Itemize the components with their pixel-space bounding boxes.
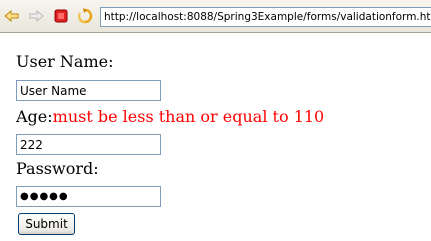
forward-arrow-icon[interactable] bbox=[28, 8, 44, 24]
username-input[interactable]: User Name bbox=[16, 80, 161, 101]
username-label: User Name: bbox=[16, 52, 114, 71]
browser-toolbar: http://localhost:8088/Spring3Example/for… bbox=[0, 0, 431, 33]
age-label-row: Age:must be less than or equal to 110 bbox=[16, 107, 324, 126]
password-label: Password: bbox=[16, 159, 99, 178]
age-label: Age: bbox=[16, 107, 53, 126]
age-error-message: must be less than or equal to 110 bbox=[52, 107, 325, 126]
page-content: User Name: User Name Age:must be less th… bbox=[0, 33, 431, 241]
stop-icon[interactable] bbox=[53, 8, 69, 24]
back-arrow-icon[interactable] bbox=[4, 8, 20, 24]
password-input[interactable]: ●●●●● bbox=[16, 186, 161, 207]
submit-button[interactable]: Submit bbox=[18, 213, 75, 235]
address-bar[interactable]: http://localhost:8088/Spring3Example/for… bbox=[100, 7, 431, 27]
age-input[interactable]: 222 bbox=[16, 134, 161, 155]
refresh-icon[interactable] bbox=[77, 8, 93, 24]
url-text: http://localhost:8088/Spring3Example/for… bbox=[104, 11, 431, 23]
